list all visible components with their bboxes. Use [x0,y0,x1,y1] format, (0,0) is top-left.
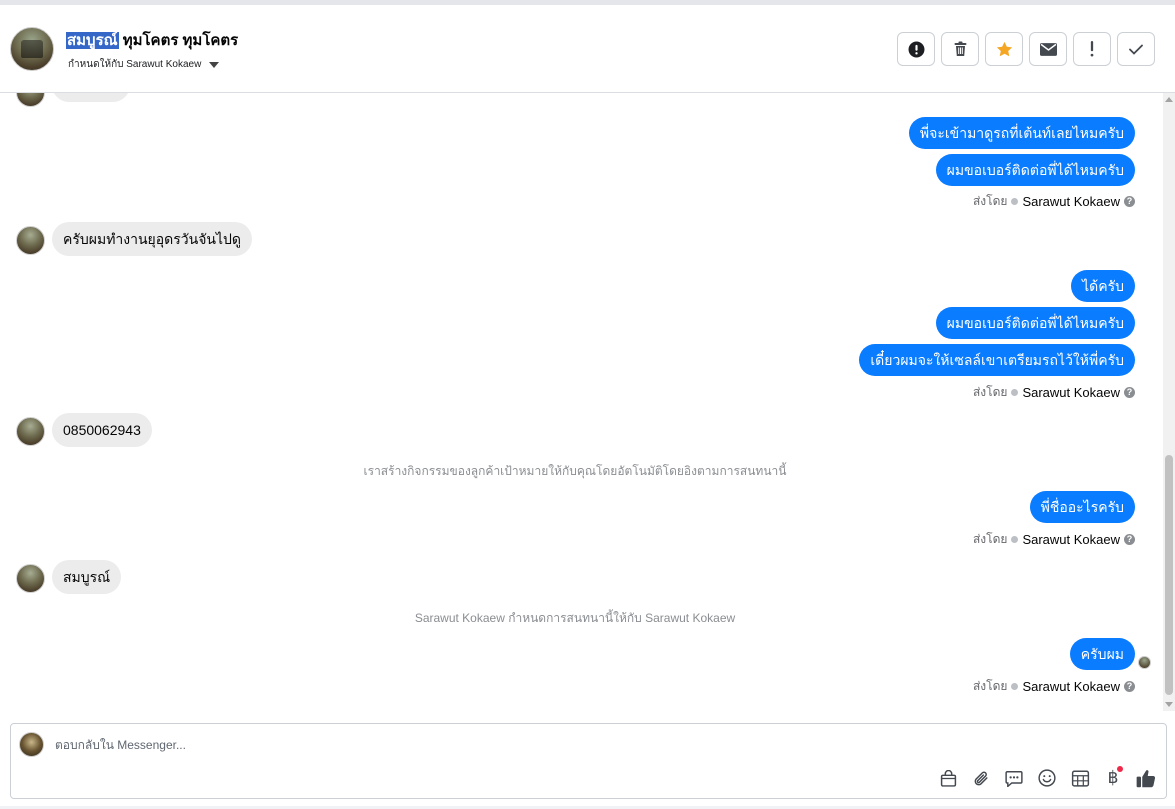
conversation-header: สมบูรณ์ ทุมโคตร ทุมโคตร กำหนดให้กับ Sara… [0,0,1175,93]
shop-button[interactable] [938,768,958,788]
outgoing-message[interactable]: ผมขอเบอร์ติดต่อพี่ได้ไหมครับ [935,154,1135,186]
sent-by-prefix: ส่งโดย [972,532,1008,546]
help-icon[interactable]: ? [1124,387,1135,398]
sent-by-line: ส่งโดย Sarawut Kokaew ? [973,383,1135,402]
read-receipt-avatar [1138,656,1151,669]
outgoing-message[interactable]: ผมขอเบอร์ติดต่อพี่ได้ไหมครับ [935,307,1135,339]
scroll-down-arrow-icon[interactable] [1165,702,1173,707]
thread-scrollbar[interactable] [1163,93,1175,711]
outgoing-message[interactable]: ได้ครับ [1071,270,1135,302]
sent-by-prefix: ส่งโดย [972,679,1008,693]
contact-avatar-small [16,93,45,107]
appointment-button[interactable] [1070,768,1090,788]
sent-by-line: ส่งโดย Sarawut Kokaew ? [973,677,1135,696]
incoming-message[interactable] [52,93,130,102]
envelope-icon [1039,42,1057,56]
contact-avatar-small [16,226,45,255]
notification-dot [1117,766,1123,772]
mark-done-button[interactable] [1117,32,1155,66]
sent-by-line: ส่งโดย Sarawut Kokaew ? [973,192,1135,211]
sent-by-prefix: ส่งโดย [972,194,1008,208]
outgoing-message[interactable]: ครับผม [1069,638,1135,670]
mark-unread-button[interactable] [1029,32,1067,66]
reply-input[interactable] [55,738,855,752]
shopping-bag-icon [940,769,956,787]
page-dot-icon [1011,536,1019,543]
inbox-conversation-panel: สมบูรณ์ ทุมโคตร ทุมโคตร กำหนดให้กับ Sara… [0,0,1175,809]
sender-name[interactable]: Sarawut Kokaew [1022,679,1120,694]
sender-name[interactable]: Sarawut Kokaew [1022,194,1120,209]
mark-spam-button[interactable] [897,32,935,66]
paperclip-icon [974,771,988,785]
page-dot-icon [1011,198,1019,205]
contact-name-rest: ทุมโคตร ทุมโคตร [118,32,239,49]
reply-composer: ฿ [10,723,1167,799]
star-icon [996,41,1012,56]
sender-name[interactable]: Sarawut Kokaew [1022,385,1120,400]
outgoing-message[interactable]: เดี๋ยวผมจะให้เซลล์เขาเตรียมรถไว้ให้พี่คร… [859,344,1135,376]
contact-name[interactable]: สมบูรณ์ ทุมโคตร ทุมโคตร [66,28,238,52]
star-button[interactable] [985,32,1023,66]
outgoing-message[interactable]: พี่ชื่ออะไรครับ [1029,491,1135,523]
follow-up-button[interactable] [1073,32,1111,66]
sent-by-line: ส่งโดย Sarawut Kokaew ? [973,530,1135,549]
help-icon[interactable]: ? [1124,534,1135,545]
like-button[interactable] [1136,768,1156,788]
trash-icon [954,41,966,56]
contact-name-highlight: สมบูรณ์ [66,32,119,49]
system-notice: Sarawut Kokaew กำหนดการสนทนานี้ให้กับ Sa… [414,611,736,625]
incoming-message[interactable]: ครับผมทำงานยุอุดรวันจันไปดู [52,222,253,256]
help-icon[interactable]: ? [1124,681,1135,692]
contact-avatar[interactable] [10,27,54,71]
check-icon [1129,44,1143,55]
sender-name[interactable]: Sarawut Kokaew [1022,532,1120,547]
incoming-message[interactable]: 0850062943 [52,413,152,447]
exclamation-icon [1090,41,1094,57]
contact-avatar-small [16,564,45,593]
payment-button[interactable]: ฿ [1103,766,1123,788]
composer-tools: ฿ [938,766,1156,788]
sent-by-prefix: ส่งโดย [972,385,1008,399]
caret-down-icon[interactable] [209,61,220,68]
incoming-message[interactable]: สมบูรณ์ [52,560,122,594]
system-notice: เราสร้างกิจกรรมของลูกค้าเป้าหมายให้กับคุ… [363,464,787,478]
header-actions [897,32,1155,66]
assignment-dropdown[interactable]: กำหนดให้กับ Sarawut Kokaew [68,57,220,72]
scroll-up-arrow-icon[interactable] [1165,97,1173,102]
page-dot-icon [1011,683,1019,690]
assignment-label: กำหนดให้กับ Sarawut Kokaew [68,59,202,70]
alert-circle-icon [908,41,924,57]
contact-avatar-small [16,417,45,446]
page-dot-icon [1011,389,1019,396]
outgoing-message[interactable]: พี่จะเข้ามาดูรถที่เต้นท์เลยไหมครับ [908,117,1135,149]
emoji-icon [1038,769,1056,787]
scroll-thumb[interactable] [1165,455,1173,695]
calendar-icon [1071,770,1089,787]
message-thread[interactable]: พี่จะเข้ามาดูรถที่เต้นท์เลยไหมครับ ผมขอเ… [0,93,1163,711]
attach-button[interactable] [971,768,991,788]
like-icon [1136,769,1156,787]
page-avatar [19,732,44,757]
help-icon[interactable]: ? [1124,196,1135,207]
saved-reply-icon [1005,770,1023,787]
emoji-button[interactable] [1037,768,1057,788]
delete-button[interactable] [941,32,979,66]
saved-replies-button[interactable] [1004,768,1024,788]
